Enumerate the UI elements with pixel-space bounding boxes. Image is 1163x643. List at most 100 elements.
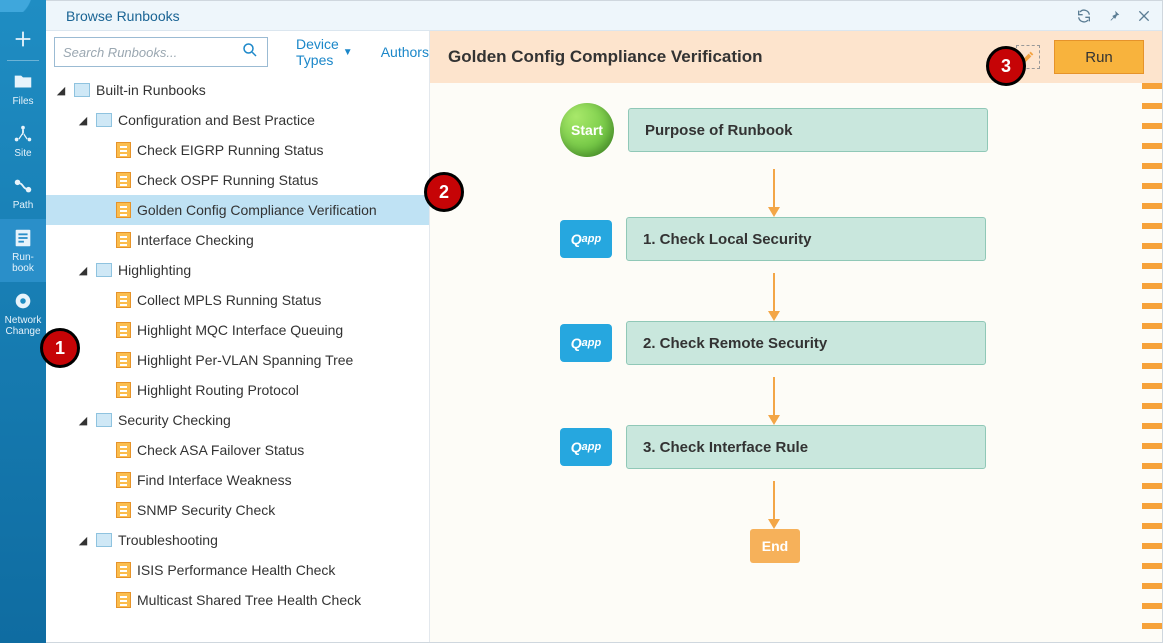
tree-item[interactable]: Check ASA Failover Status: [46, 435, 429, 465]
tree-item[interactable]: Highlight Routing Protocol: [46, 375, 429, 405]
runbook-file-icon: [116, 172, 131, 188]
filter-device-types[interactable]: Device Types▼: [296, 36, 353, 68]
runbook-file-icon: [116, 232, 131, 248]
rail-separator: [7, 60, 39, 61]
tree-root[interactable]: ◢Built-in Runbooks: [46, 75, 429, 105]
search-input[interactable]: [63, 45, 241, 60]
flow-row: Qapp2. Check Remote Security: [560, 321, 1122, 365]
tree-item-label: Interface Checking: [137, 232, 254, 248]
tree-group[interactable]: ◢Configuration and Best Practice: [46, 105, 429, 135]
folder-icon: [96, 113, 112, 127]
search-box[interactable]: [54, 37, 268, 67]
tree-item[interactable]: Collect MPLS Running Status: [46, 285, 429, 315]
main-panel: Browse Runbooks Device Types▼ Authors▼: [46, 0, 1163, 643]
step-box[interactable]: 1. Check Local Security: [626, 217, 986, 261]
tree-group[interactable]: ◢Troubleshooting: [46, 525, 429, 555]
tree-item-label: Highlight MQC Interface Queuing: [137, 322, 343, 338]
flow-row: Qapp 1. Check Local Security: [560, 217, 1122, 261]
runbook-detail: Golden Config Compliance Verification Ru…: [430, 31, 1162, 642]
rail-runbook[interactable]: Run- book: [0, 219, 46, 282]
folder-icon: [96, 533, 112, 547]
qapp-badge: Qapp: [560, 220, 612, 258]
runbook-file-icon: [116, 352, 131, 368]
refresh-icon[interactable]: [1074, 6, 1094, 26]
step-box[interactable]: 2. Check Remote Security: [626, 321, 986, 365]
tree-item[interactable]: ISIS Performance Health Check: [46, 555, 429, 585]
flow-arrow: [773, 169, 775, 217]
tree-item[interactable]: Highlight Per-VLAN Spanning Tree: [46, 345, 429, 375]
folder-icon: [74, 83, 90, 97]
tree-group-label: Troubleshooting: [118, 532, 218, 548]
annotation-marker: 3: [986, 46, 1026, 86]
step-box[interactable]: Purpose of Runbook: [628, 108, 988, 152]
tree-item[interactable]: Check OSPF Running Status: [46, 165, 429, 195]
tree-item-label: Multicast Shared Tree Health Check: [137, 592, 361, 608]
end-node: End: [750, 529, 800, 563]
left-rail: Files Site Path Run- book Network Change: [0, 0, 46, 643]
rail-site[interactable]: Site: [0, 115, 46, 167]
start-node: Start: [560, 103, 614, 157]
runbook-tree[interactable]: ◢Built-in Runbooks◢Configuration and Bes…: [46, 73, 429, 642]
tree-group[interactable]: ◢Security Checking: [46, 405, 429, 435]
runbook-file-icon: [116, 592, 131, 608]
runbook-file-icon: [116, 472, 131, 488]
tree-item-label: Check EIGRP Running Status: [137, 142, 324, 158]
tree-item-label: Check OSPF Running Status: [137, 172, 318, 188]
rail-files[interactable]: Files: [0, 63, 46, 115]
site-icon: [12, 123, 34, 145]
close-icon[interactable]: [1134, 6, 1154, 26]
runbook-file-icon: [116, 322, 131, 338]
qapp-badge: Qapp: [560, 428, 612, 466]
gear-icon: [12, 290, 34, 312]
runbook-file-icon: [116, 562, 131, 578]
runbook-file-icon: [116, 382, 131, 398]
folder-icon: [96, 413, 112, 427]
flow-arrow: [773, 377, 775, 425]
tree-root-label: Built-in Runbooks: [96, 82, 206, 98]
runbook-file-icon: [116, 502, 131, 518]
rail-add[interactable]: [0, 20, 46, 58]
tree-item[interactable]: SNMP Security Check: [46, 495, 429, 525]
tree-item-label: Find Interface Weakness: [137, 472, 292, 488]
step-box[interactable]: 3. Check Interface Rule: [626, 425, 986, 469]
tree-item[interactable]: Multicast Shared Tree Health Check: [46, 585, 429, 615]
runbook-title: Golden Config Compliance Verification: [448, 47, 763, 67]
runbook-file-icon: [116, 442, 131, 458]
run-button[interactable]: Run: [1054, 40, 1144, 74]
rail-network-change[interactable]: Network Change: [0, 282, 46, 345]
tree-item[interactable]: Find Interface Weakness: [46, 465, 429, 495]
tree-group[interactable]: ◢Highlighting: [46, 255, 429, 285]
runbook-file-icon: [116, 292, 131, 308]
path-icon: [12, 175, 34, 197]
tree-item[interactable]: Golden Config Compliance Verification: [46, 195, 429, 225]
flow-row: Qapp 3. Check Interface Rule: [560, 425, 1122, 469]
flow-arrow: [773, 273, 775, 321]
tree-item[interactable]: Highlight MQC Interface Queuing: [46, 315, 429, 345]
runbook-icon: [12, 227, 34, 249]
rail-path[interactable]: Path: [0, 167, 46, 219]
tree-item-label: SNMP Security Check: [137, 502, 275, 518]
plus-icon: [12, 28, 34, 50]
folder-icon: [12, 71, 34, 93]
tree-item[interactable]: Check EIGRP Running Status: [46, 135, 429, 165]
tree-item-label: Collect MPLS Running Status: [137, 292, 321, 308]
runbook-file-icon: [116, 202, 131, 218]
search-icon[interactable]: [241, 41, 259, 64]
rail-label: Run- book: [12, 252, 34, 274]
folder-icon: [96, 263, 112, 277]
flow-arrow: [773, 481, 775, 529]
app-root: Files Site Path Run- book Network Change…: [0, 0, 1163, 643]
tree-item[interactable]: Interface Checking: [46, 225, 429, 255]
content-area: Device Types▼ Authors▼ Tags▼ + New Runbo…: [46, 31, 1162, 642]
browse-panel: Device Types▼ Authors▼ Tags▼ + New Runbo…: [46, 31, 430, 642]
pin-icon[interactable]: [1104, 6, 1124, 26]
window-titlebar: Browse Runbooks: [46, 1, 1162, 31]
tree-group-label: Security Checking: [118, 412, 231, 428]
tree-item-label: Highlight Per-VLAN Spanning Tree: [137, 352, 353, 368]
tree-item-label: ISIS Performance Health Check: [137, 562, 335, 578]
rail-label: Network Change: [5, 315, 42, 337]
rail-label: Path: [13, 200, 34, 211]
flow-canvas: Start Purpose of Runbook Qapp 1. Check Loca…: [430, 83, 1162, 642]
decorative-corner: [0, 0, 52, 12]
annotation-marker: 1: [40, 328, 80, 368]
